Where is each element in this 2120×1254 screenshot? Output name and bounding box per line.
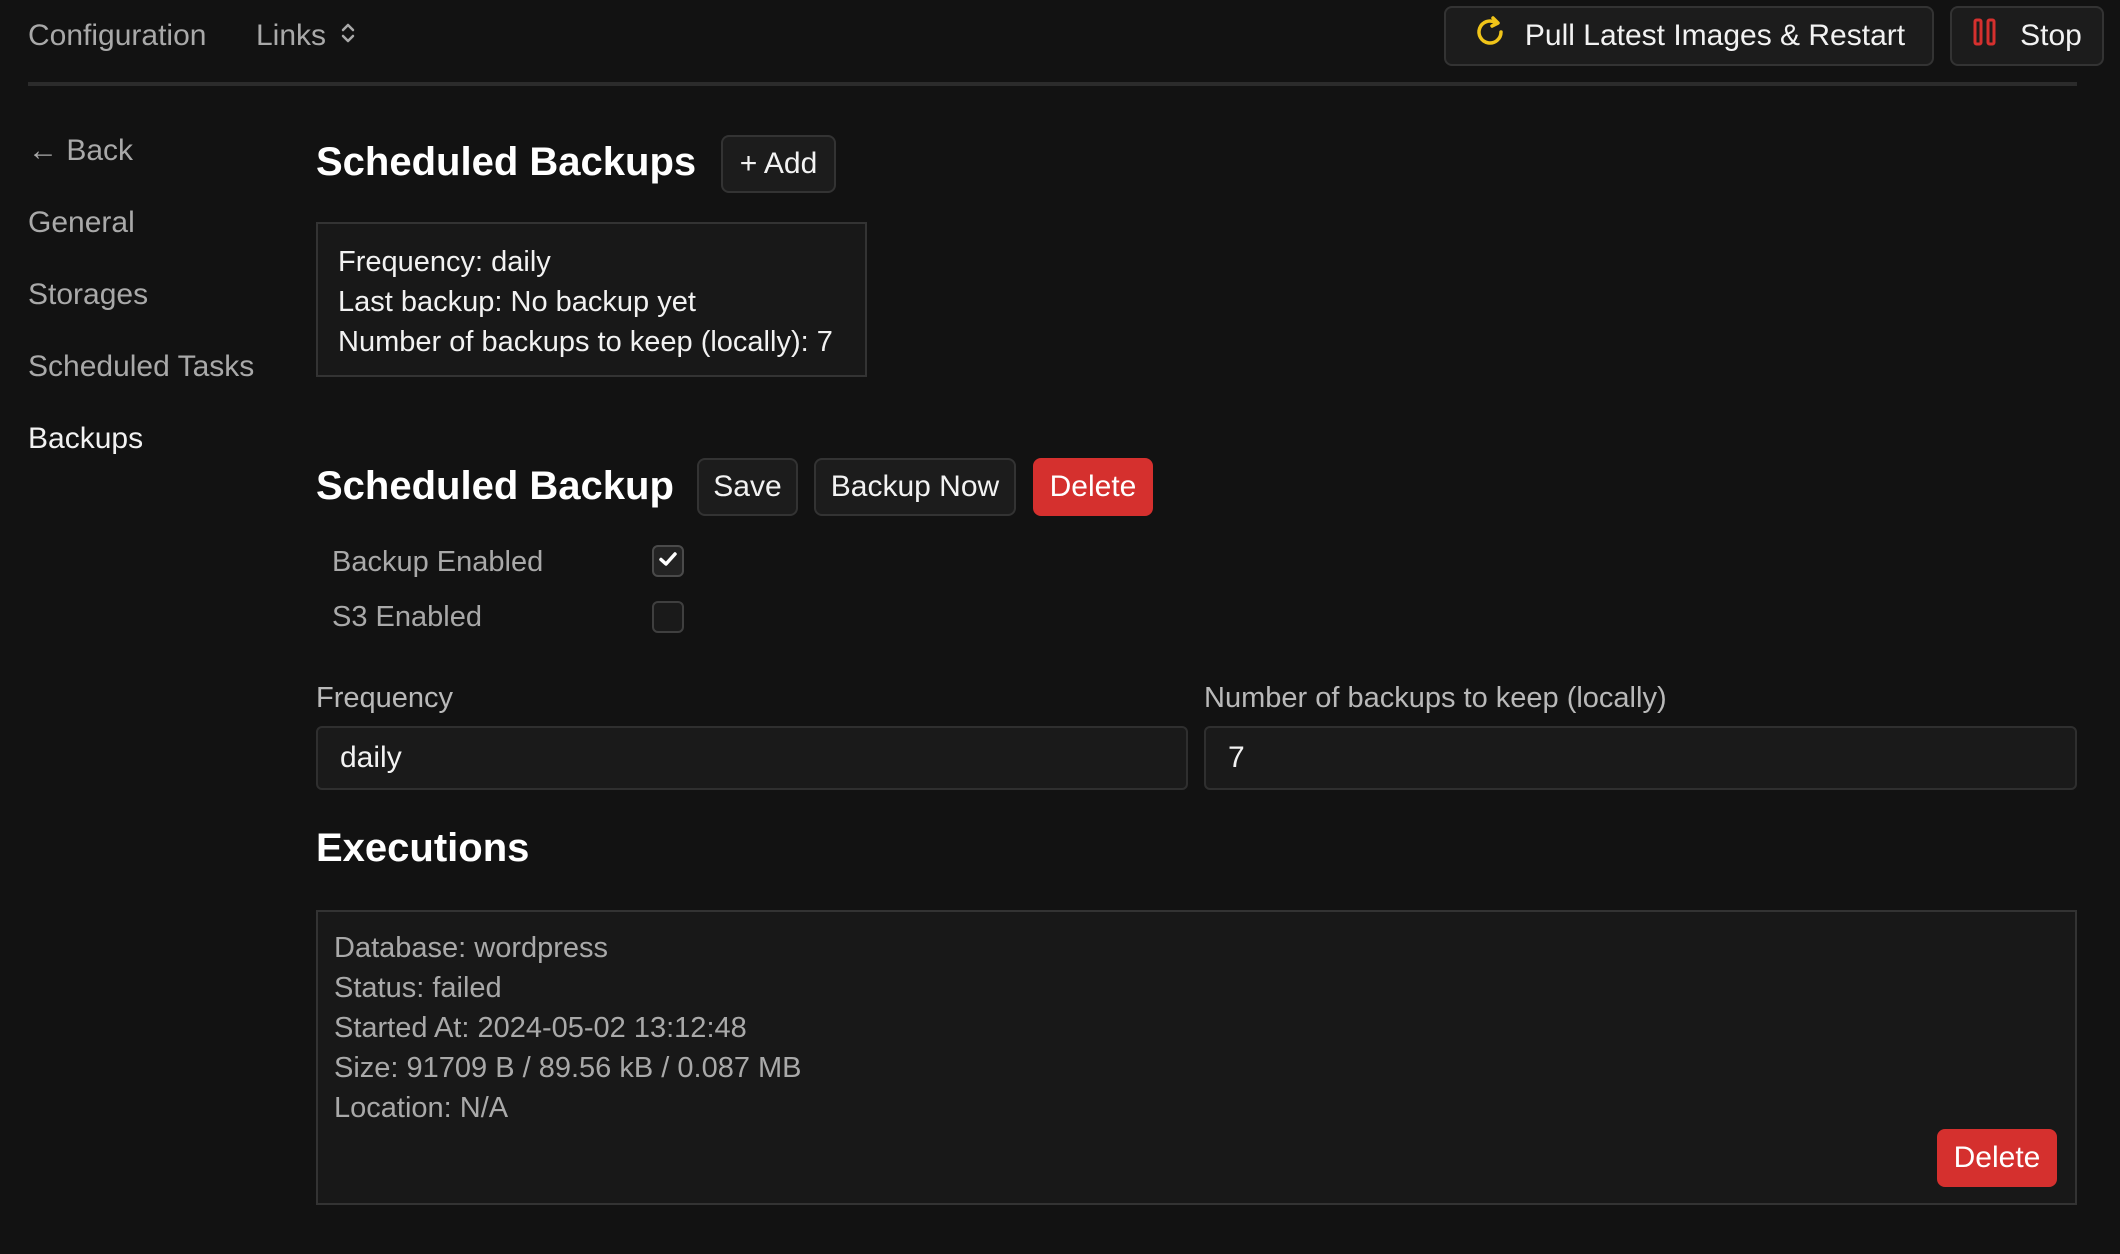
sidebar-item-scheduled-tasks[interactable]: Scheduled Tasks: [28, 349, 254, 385]
sidebar-item-back[interactable]: ← Back: [28, 133, 133, 169]
delete-backup-button[interactable]: Delete: [1033, 458, 1153, 516]
summary-keep: Number of backups to keep (locally): 7: [338, 326, 833, 358]
execution-status: Status: failed: [334, 972, 502, 1004]
execution-started-at: Started At: 2024-05-02 13:12:48: [334, 1012, 747, 1044]
summary-last-backup: Last backup: No backup yet: [338, 286, 696, 318]
stop-icon: [1972, 17, 1998, 55]
stop-label: Stop: [2020, 19, 2082, 52]
refresh-icon: [1473, 15, 1507, 57]
top-bar: Configuration Links Pull Latest Images &…: [28, 0, 2104, 86]
s3-enabled-checkbox[interactable]: [652, 601, 684, 633]
pull-latest-restart-label: Pull Latest Images & Restart: [1524, 19, 1906, 52]
summary-frequency: Frequency: daily: [338, 246, 551, 278]
backup-now-button[interactable]: Backup Now: [814, 458, 1016, 516]
pull-latest-restart-button[interactable]: Pull Latest Images & Restart: [1444, 6, 1934, 66]
execution-size: Size: 91709 B / 89.56 kB / 0.087 MB: [334, 1052, 802, 1084]
sidebar-item-general[interactable]: General: [28, 205, 135, 241]
backup-enabled-label: Backup Enabled: [332, 546, 544, 578]
execution-card: Database: wordpress Status: failed Start…: [316, 910, 2077, 1205]
scheduled-backups-title: Scheduled Backups: [316, 140, 697, 184]
execution-location: Location: N/A: [334, 1092, 509, 1124]
checkmark-icon: [657, 548, 679, 575]
executions-title: Executions: [316, 826, 530, 870]
sidebar-item-storages[interactable]: Storages: [28, 277, 148, 313]
frequency-input[interactable]: daily: [316, 726, 1188, 790]
sidebar-item-backups[interactable]: Backups: [28, 421, 143, 457]
nav-configuration[interactable]: Configuration: [28, 18, 206, 54]
nav-links-label: Links: [256, 19, 327, 52]
backup-enabled-checkbox[interactable]: [652, 545, 684, 577]
execution-database: Database: wordpress: [334, 932, 609, 964]
s3-enabled-label: S3 Enabled: [332, 601, 482, 633]
add-backup-button[interactable]: + Add: [721, 135, 836, 193]
chevron-updown-icon: [340, 18, 356, 54]
delete-execution-button[interactable]: Delete: [1937, 1129, 2057, 1187]
keep-count-label: Number of backups to keep (locally): [1204, 682, 1667, 714]
frequency-label: Frequency: [316, 682, 454, 714]
nav-links[interactable]: Links: [256, 18, 356, 54]
stop-button[interactable]: Stop: [1950, 6, 2104, 66]
backup-summary-card[interactable]: Frequency: daily Last backup: No backup …: [316, 222, 867, 377]
save-button[interactable]: Save: [697, 458, 798, 516]
scheduled-backup-title: Scheduled Backup: [316, 464, 674, 508]
keep-count-input[interactable]: 7: [1204, 726, 2077, 790]
